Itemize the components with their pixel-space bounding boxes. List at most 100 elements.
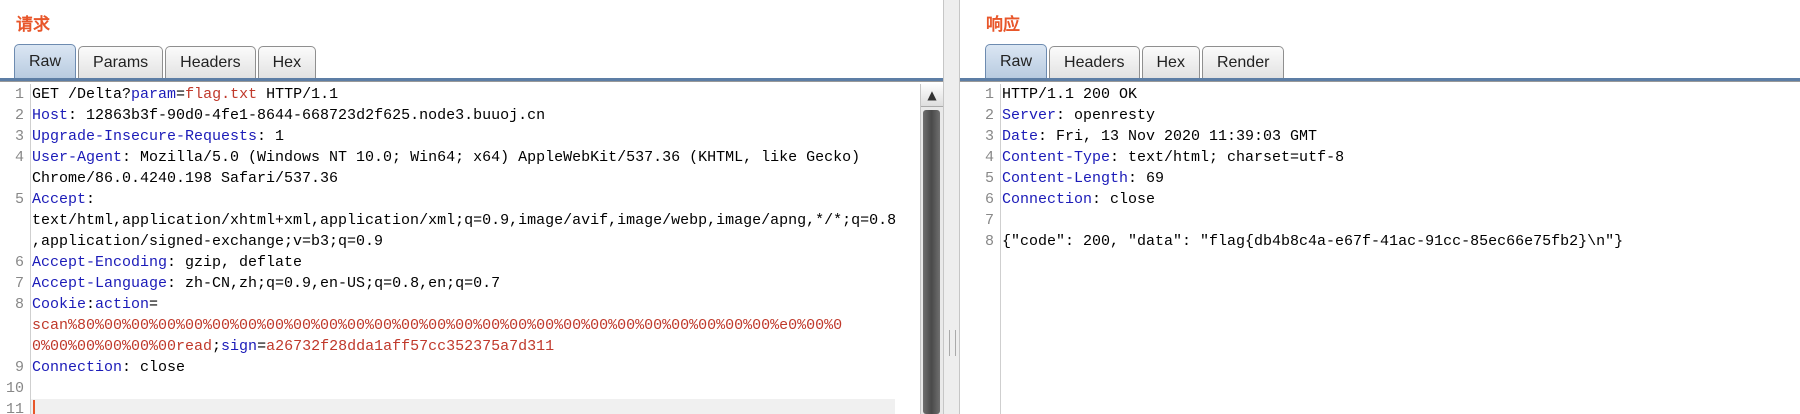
request-line-9: Connection: close (32, 357, 185, 378)
line-number: 10 (5, 380, 24, 397)
request-line-8: Cookie:action= (32, 294, 158, 315)
line-number: 8 (14, 296, 24, 313)
current-line-highlight (31, 399, 895, 414)
response-line-3: Date: Fri, 13 Nov 2020 11:39:03 GMT (1002, 126, 1317, 147)
line-number: 8 (984, 233, 994, 250)
param-key: param (131, 86, 177, 103)
cookie-key: action (95, 296, 150, 313)
header-key: Connection (1002, 191, 1093, 208)
header-value: : zh-CN,zh;q=0.9,en-US;q=0.8,en;q=0.7 (167, 275, 501, 292)
response-line-4: Content-Type: text/html; charset=utf-8 (1002, 147, 1344, 168)
request-tabs: Raw Params Headers Hex (14, 44, 318, 78)
response-line-2: Server: openresty (1002, 105, 1155, 126)
request-method: GET /Delta? (32, 86, 132, 103)
header-value: : 12863b3f-90d0-4fe1-8644-668723d2f625.n… (68, 107, 546, 124)
response-body: {"code": 200, "data": "flag{db4b8c4a-e67… (1002, 233, 1624, 250)
cookie-value: scan%80%00%00%00%00%00%00%00%00%00%00%00… (32, 317, 843, 334)
cookie-eq: = (257, 338, 267, 355)
line-number: 1 (14, 86, 24, 103)
request-tab-hex[interactable]: Hex (257, 46, 317, 78)
header-value: : openresty (1056, 107, 1156, 124)
cookie-value: a26732f28dda1aff57cc352375a7d311 (266, 338, 555, 355)
response-line-5: Content-Length: 69 (1002, 168, 1164, 189)
header-value: : Fri, 13 Nov 2020 11:39:03 GMT (1038, 128, 1318, 145)
request-tab-params[interactable]: Params (78, 46, 164, 78)
response-pane: 响应 Raw Headers Hex Render 1 2 3 4 5 6 7 … (960, 0, 1800, 414)
line-number: 7 (984, 212, 994, 229)
header-value: : close (122, 359, 186, 376)
request-line-5: Accept: (32, 189, 95, 210)
header-key: Accept-Language (32, 275, 168, 292)
line-number: 11 (5, 401, 24, 414)
header-value: : 1 (257, 128, 285, 145)
line-number: 2 (14, 107, 24, 124)
response-status-line: HTTP/1.1 200 OK (1002, 86, 1138, 103)
request-line-5-cont: text/html,application/xhtml+xml,applicat… (32, 212, 897, 229)
header-value: : text/html; charset=utf-8 (1110, 149, 1345, 166)
line-number: 6 (14, 254, 24, 271)
header-key: Host (32, 107, 69, 124)
cookie-sep: : (86, 296, 96, 313)
request-tab-rule (0, 78, 943, 82)
response-editor[interactable]: 1 2 3 4 5 6 7 8 HTTP/1.1 200 OK Server: … (970, 84, 1800, 414)
request-line-3: Upgrade-Insecure-Requests: 1 (32, 126, 284, 147)
response-tab-render[interactable]: Render (1201, 46, 1285, 78)
header-key: Upgrade-Insecure-Requests (32, 128, 258, 145)
cookie-value: 0%00%00%00%00%00read (32, 338, 213, 355)
header-key: User-Agent (32, 149, 123, 166)
header-key: Cookie (32, 296, 87, 313)
cookie-eq: = (149, 296, 159, 313)
header-key: Accept-Encoding (32, 254, 168, 271)
request-gutter: 1 2 3 4 5 6 7 8 9 10 11 (0, 84, 31, 414)
request-line-2: Host: 12863b3f-90d0-4fe1-8644-668723d2f6… (32, 105, 545, 126)
request-title: 请求 (16, 15, 50, 35)
cookie-key: sign (221, 338, 258, 355)
cookie-semi: ; (212, 338, 222, 355)
header-key: Accept (32, 191, 87, 208)
header-key: Content-Length (1002, 170, 1129, 187)
line-number: 6 (984, 191, 994, 208)
response-tab-headers[interactable]: Headers (1049, 46, 1140, 78)
response-tab-hex[interactable]: Hex (1141, 46, 1200, 78)
request-line-5-cont: ,application/signed-exchange;v=b3;q=0.9 (32, 233, 384, 250)
header-value: : 69 (1128, 170, 1165, 187)
request-tab-raw[interactable]: Raw (14, 44, 77, 78)
param-eq: = (176, 86, 186, 103)
line-number: 3 (984, 128, 994, 145)
request-line-4: User-Agent: Mozilla/5.0 (Windows NT 10.0… (32, 147, 860, 168)
split-divider[interactable] (943, 0, 960, 414)
request-line-7: Accept-Language: zh-CN,zh;q=0.9,en-US;q=… (32, 273, 500, 294)
response-line-6: Connection: close (1002, 189, 1155, 210)
header-value: : (86, 191, 96, 208)
line-number: 3 (14, 128, 24, 145)
line-number: 5 (984, 170, 994, 187)
text-caret (33, 400, 35, 414)
request-scrollbar[interactable]: ▲ (920, 84, 943, 414)
request-line-6: Accept-Encoding: gzip, deflate (32, 252, 302, 273)
scroll-thumb[interactable] (923, 110, 940, 414)
request-line-1: GET /Delta?param=flag.txt HTTP/1.1 (32, 84, 338, 105)
response-tab-rule (960, 78, 1800, 82)
header-value: : Mozilla/5.0 (Windows NT 10.0; Win64; x… (122, 149, 861, 166)
response-gutter: 1 2 3 4 5 6 7 8 (970, 84, 1001, 414)
response-tab-raw[interactable]: Raw (985, 44, 1048, 78)
header-key: Server (1002, 107, 1057, 124)
request-line-8-cont: 0%00%00%00%00%00read;sign=a26732f28dda1a… (32, 336, 554, 357)
header-key: Connection (32, 359, 123, 376)
response-tabs: Raw Headers Hex Render (985, 44, 1286, 78)
request-protocol: HTTP/1.1 (257, 86, 339, 103)
line-number: 5 (14, 191, 24, 208)
header-value: : close (1092, 191, 1156, 208)
line-number: 7 (14, 275, 24, 292)
request-editor[interactable]: 1 2 3 4 5 6 7 8 9 10 11 GET /Delta?param… (0, 84, 919, 414)
request-pane: 请求 Raw Params Headers Hex 1 2 3 4 5 6 7 … (0, 0, 943, 414)
request-tab-headers[interactable]: Headers (165, 46, 256, 78)
response-title: 响应 (986, 15, 1020, 35)
line-number: 1 (984, 86, 994, 103)
grip-handle-icon[interactable] (949, 330, 956, 356)
scroll-up-icon[interactable]: ▲ (921, 84, 943, 107)
header-value: : gzip, deflate (167, 254, 303, 271)
request-line-4-cont: Chrome/86.0.4240.198 Safari/537.36 (32, 170, 339, 187)
line-number: 9 (14, 359, 24, 376)
line-number: 4 (984, 149, 994, 166)
